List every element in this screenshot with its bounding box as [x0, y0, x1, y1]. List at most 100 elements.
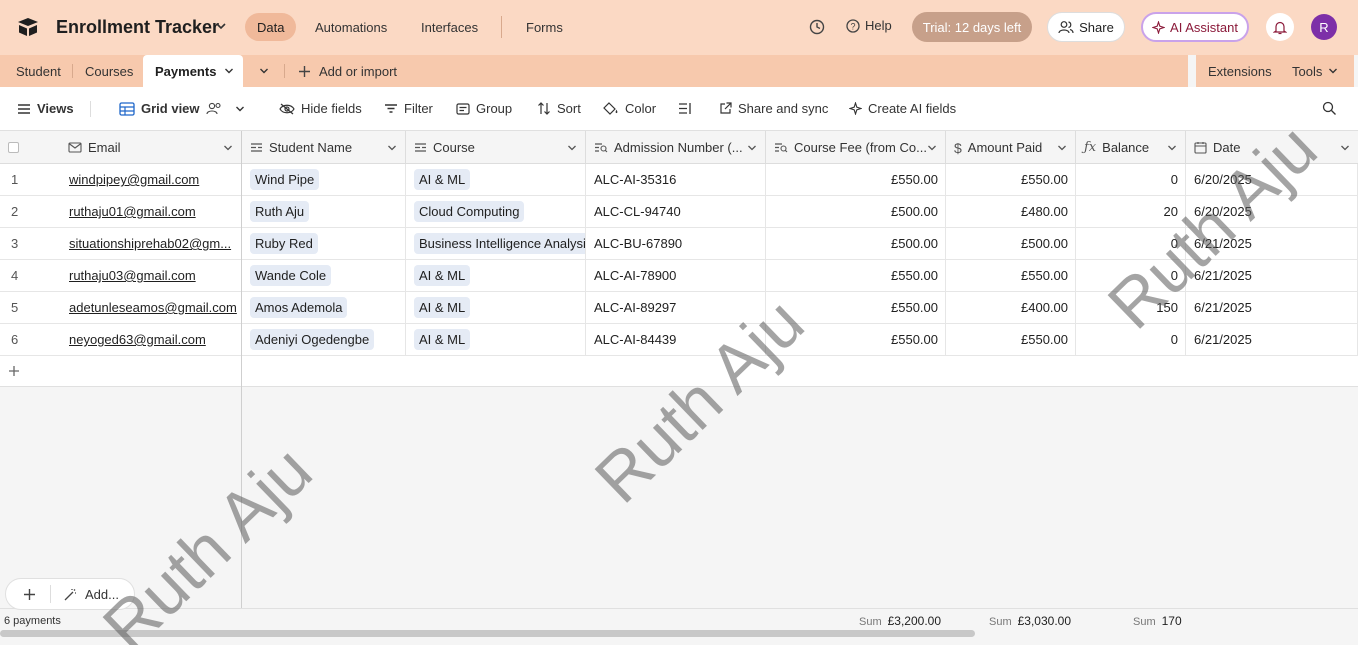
course-fee-cell[interactable]: £500.00: [766, 196, 946, 227]
chevron-down-icon[interactable]: [224, 66, 234, 76]
balance-cell[interactable]: 0: [1076, 228, 1186, 259]
admission-number-cell[interactable]: ALC-AI-78900: [586, 260, 766, 291]
horizontal-scrollbar[interactable]: [0, 630, 975, 637]
student-name-cell[interactable]: Adeniyi Ogedengbe: [242, 324, 406, 355]
course-cell[interactable]: AI & ML: [406, 324, 586, 355]
course-fee-sum[interactable]: Sum £3,200.00: [859, 614, 941, 628]
course-cell[interactable]: Cloud Computing: [406, 196, 586, 227]
base-logo-icon[interactable]: [16, 16, 40, 38]
balance-cell[interactable]: 0: [1076, 324, 1186, 355]
tab-courses[interactable]: Courses: [85, 55, 133, 87]
date-cell[interactable]: 6/21/2025: [1186, 260, 1358, 291]
row-height-icon[interactable]: [678, 102, 692, 115]
notifications-button[interactable]: [1266, 13, 1294, 41]
chevron-down-icon[interactable]: [567, 143, 577, 153]
tab-payments[interactable]: Payments: [143, 55, 243, 87]
table-row[interactable]: 2 ruthaju01@gmail.com Ruth Aju Cloud Comput…: [0, 196, 1358, 228]
email-cell[interactable]: adetunleseamos@gmail.com: [60, 292, 242, 323]
student-name-cell[interactable]: Amos Ademola: [242, 292, 406, 323]
date-cell[interactable]: 6/20/2025: [1186, 196, 1358, 227]
column-admission-number[interactable]: Admission Number (...: [586, 131, 766, 164]
amount-paid-sum[interactable]: Sum £3,030.00: [989, 614, 1071, 628]
course-cell[interactable]: Business Intelligence Analysis: [406, 228, 586, 259]
column-amount-paid[interactable]: $ Amount Paid: [946, 131, 1076, 164]
course-fee-cell[interactable]: £500.00: [766, 228, 946, 259]
admission-number-cell[interactable]: ALC-AI-89297: [586, 292, 766, 323]
amount-paid-cell[interactable]: £550.00: [946, 260, 1076, 291]
amount-paid-cell[interactable]: £480.00: [946, 196, 1076, 227]
column-student-name[interactable]: Student Name: [242, 131, 406, 164]
trial-button[interactable]: Trial: 12 days left: [912, 12, 1032, 42]
more-tables-chevron-icon[interactable]: [259, 66, 269, 76]
tools-button[interactable]: Tools: [1292, 55, 1338, 87]
chevron-down-icon[interactable]: [747, 143, 757, 153]
filter-button[interactable]: Filter: [384, 101, 433, 116]
share-button[interactable]: Share: [1047, 12, 1125, 42]
chevron-down-icon[interactable]: [927, 143, 937, 153]
group-button[interactable]: Group: [456, 101, 512, 116]
date-cell[interactable]: 6/21/2025: [1186, 324, 1358, 355]
student-name-cell[interactable]: Wande Cole: [242, 260, 406, 291]
help-button[interactable]: ? Help: [846, 18, 892, 33]
date-cell[interactable]: 6/21/2025: [1186, 228, 1358, 259]
table-row[interactable]: 3 situationshiprehab02@gm... Ruby Red Busin…: [0, 228, 1358, 260]
course-cell[interactable]: AI & ML: [406, 292, 586, 323]
chevron-down-icon[interactable]: [223, 143, 233, 153]
balance-cell[interactable]: 0: [1076, 164, 1186, 195]
course-fee-cell[interactable]: £550.00: [766, 324, 946, 355]
views-button[interactable]: Views: [17, 101, 74, 116]
student-name-cell[interactable]: Ruth Aju: [242, 196, 406, 227]
hide-fields-button[interactable]: Hide fields: [279, 101, 362, 116]
extensions-button[interactable]: Extensions: [1208, 55, 1272, 87]
column-course-fee[interactable]: Course Fee (from Co...: [766, 131, 946, 164]
create-ai-fields-button[interactable]: Create AI fields: [849, 101, 956, 116]
course-fee-cell[interactable]: £550.00: [766, 164, 946, 195]
avatar[interactable]: R: [1311, 14, 1337, 40]
course-cell[interactable]: AI & ML: [406, 164, 586, 195]
tab-student[interactable]: Student: [16, 55, 61, 87]
amount-paid-cell[interactable]: £550.00: [946, 324, 1076, 355]
nav-forms[interactable]: Forms: [514, 13, 575, 41]
email-cell[interactable]: ruthaju01@gmail.com: [60, 196, 242, 227]
balance-cell[interactable]: 150: [1076, 292, 1186, 323]
admission-number-cell[interactable]: ALC-AI-35316: [586, 164, 766, 195]
nav-automations[interactable]: Automations: [303, 13, 399, 41]
share-and-sync-button[interactable]: Share and sync: [719, 101, 828, 116]
admission-number-cell[interactable]: ALC-AI-84439: [586, 324, 766, 355]
balance-cell[interactable]: 0: [1076, 260, 1186, 291]
search-icon[interactable]: [1322, 101, 1337, 116]
nav-data[interactable]: Data: [245, 13, 297, 41]
grid-view-button[interactable]: Grid view: [119, 101, 245, 116]
color-button[interactable]: Color: [603, 101, 656, 116]
email-cell[interactable]: windpipey@gmail.com: [60, 164, 242, 195]
amount-paid-cell[interactable]: £400.00: [946, 292, 1076, 323]
admission-number-cell[interactable]: ALC-BU-67890: [586, 228, 766, 259]
table-row[interactable]: 1 windpipey@gmail.com Wind Pipe AI & ML ALC-…: [0, 164, 1358, 196]
chevron-down-icon[interactable]: [1167, 143, 1177, 153]
balance-cell[interactable]: 20: [1076, 196, 1186, 227]
select-all-cell[interactable]: [0, 131, 60, 164]
add-with-ai-button[interactable]: Add...: [64, 587, 119, 602]
plus-icon[interactable]: [23, 588, 36, 601]
row-number[interactable]: 3: [0, 228, 60, 259]
column-balance[interactable]: ƒx Balance: [1076, 131, 1186, 164]
row-number[interactable]: 1: [0, 164, 60, 195]
email-cell[interactable]: ruthaju03@gmail.com: [60, 260, 242, 291]
add-record-row[interactable]: [0, 356, 1358, 387]
table-row[interactable]: 4 ruthaju03@gmail.com Wande Cole AI & ML ALC…: [0, 260, 1358, 292]
course-cell[interactable]: AI & ML: [406, 260, 586, 291]
amount-paid-cell[interactable]: £550.00: [946, 164, 1076, 195]
row-number[interactable]: 4: [0, 260, 60, 291]
row-number[interactable]: 5: [0, 292, 60, 323]
app-title[interactable]: Enrollment Tracker: [56, 17, 219, 38]
student-name-cell[interactable]: Wind Pipe: [242, 164, 406, 195]
nav-interfaces[interactable]: Interfaces: [409, 13, 490, 41]
course-fee-cell[interactable]: £550.00: [766, 260, 946, 291]
admission-number-cell[interactable]: ALC-CL-94740: [586, 196, 766, 227]
chevron-down-icon[interactable]: [1340, 143, 1350, 153]
student-name-cell[interactable]: Ruby Red: [242, 228, 406, 259]
email-cell[interactable]: situationshiprehab02@gm...: [60, 228, 242, 259]
sort-button[interactable]: Sort: [537, 101, 581, 116]
chevron-down-icon[interactable]: [215, 20, 227, 32]
table-row[interactable]: 5 adetunleseamos@gmail.com Amos Ademola AI …: [0, 292, 1358, 324]
